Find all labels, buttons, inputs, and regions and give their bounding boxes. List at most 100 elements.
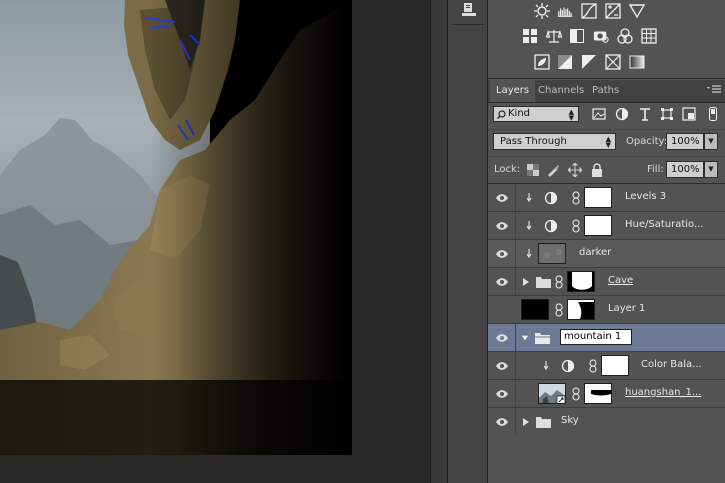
- layers-list: Levels 3 Hue/Saturatio... darker Cave La…: [488, 184, 725, 436]
- visibility-eye-icon[interactable]: [488, 380, 516, 407]
- adjustments-panel: [488, 0, 725, 79]
- visibility-eye-icon[interactable]: [488, 408, 516, 435]
- lock-image-pixels-icon[interactable]: [546, 163, 560, 177]
- visibility-eye-icon[interactable]: [488, 212, 516, 239]
- chain-link-icon[interactable]: [589, 359, 597, 373]
- layer-name-edit-field[interactable]: mountain 1: [560, 329, 632, 345]
- visibility-eye-icon[interactable]: [488, 184, 516, 211]
- layer-name[interactable]: Sky: [561, 415, 579, 426]
- folder-open-icon: [535, 333, 550, 344]
- chain-link-icon[interactable]: [555, 303, 563, 317]
- visibility-eye-off[interactable]: [488, 296, 516, 323]
- fill-input[interactable]: 100%: [666, 161, 704, 178]
- invert-icon[interactable]: [534, 54, 550, 70]
- tab-layers[interactable]: Layers: [490, 80, 536, 102]
- adjustment-layer-icon: [544, 219, 558, 233]
- visibility-eye-icon[interactable]: [488, 240, 516, 267]
- curves-icon[interactable]: [581, 3, 597, 19]
- layer-name[interactable]: huangshan_1...: [625, 387, 701, 398]
- layer-mask-thumbnail[interactable]: [584, 187, 612, 208]
- visibility-eye-icon[interactable]: [488, 324, 516, 351]
- brightness-contrast-icon[interactable]: [534, 3, 550, 19]
- tab-channels[interactable]: Channels: [532, 80, 590, 102]
- lock-transparent-pixels-icon[interactable]: [526, 163, 540, 177]
- layer-row-huangshan[interactable]: huangshan_1...: [488, 380, 725, 408]
- balance-icon[interactable]: [546, 28, 562, 44]
- properties-panel-icon[interactable]: [456, 0, 482, 20]
- visibility-eye-icon[interactable]: [488, 352, 516, 379]
- layer-mask-thumbnail[interactable]: [584, 215, 612, 236]
- document-canvas[interactable]: [0, 0, 352, 455]
- opacity-input[interactable]: 100%: [666, 133, 704, 150]
- opacity-dropdown-button[interactable]: ▼: [704, 133, 718, 150]
- vibrance-icon[interactable]: [522, 28, 538, 44]
- smart-object-thumbnail[interactable]: [538, 383, 566, 404]
- filter-kind-select[interactable]: Kind ▲ ▼: [493, 106, 579, 122]
- panel-menu-icon[interactable]: [707, 84, 721, 96]
- expand-triangle-icon[interactable]: [522, 417, 530, 427]
- dock-separator: [452, 24, 484, 25]
- layer-thumbnail[interactable]: [521, 299, 549, 320]
- blend-opacity-row: Pass Through ▲ ▼ Opacity: 100% ▼: [488, 129, 725, 154]
- blend-mode-select[interactable]: Pass Through ▲ ▼: [493, 133, 616, 150]
- black-white-icon[interactable]: [569, 28, 585, 44]
- layer-thumbnail[interactable]: [538, 243, 566, 264]
- filter-type-icon[interactable]: [638, 107, 652, 121]
- chain-link-icon[interactable]: [572, 191, 580, 205]
- visibility-eye-icon[interactable]: [488, 268, 516, 295]
- lock-label: Lock:: [494, 164, 521, 175]
- layer-row-levels-3[interactable]: Levels 3: [488, 184, 725, 212]
- panel-divider[interactable]: [430, 0, 448, 483]
- filter-smart-object-icon[interactable]: [682, 107, 696, 121]
- channel-mixer-icon[interactable]: [617, 28, 633, 44]
- blend-mode-value: Pass Through: [500, 136, 567, 147]
- filter-adjustment-icon[interactable]: [615, 107, 629, 121]
- photo-filter-icon[interactable]: [593, 28, 609, 44]
- layer-mask-thumbnail[interactable]: [601, 355, 629, 376]
- exposure-icon[interactable]: [605, 3, 621, 19]
- filter-kind-label: Kind: [508, 108, 531, 119]
- layer-row-darker[interactable]: darker: [488, 240, 725, 268]
- layer-name[interactable]: Color Bala...: [641, 359, 702, 370]
- layer-name[interactable]: Levels 3: [625, 191, 666, 202]
- layers-empty-area: [488, 434, 725, 483]
- layer-name[interactable]: Hue/Saturatio...: [625, 219, 704, 230]
- lock-position-icon[interactable]: [568, 163, 582, 177]
- chain-link-icon[interactable]: [572, 219, 580, 233]
- chain-link-icon[interactable]: [555, 275, 563, 289]
- layers-panel-tabs: Layers Channels Paths: [488, 80, 725, 103]
- expand-triangle-icon[interactable]: [522, 277, 530, 287]
- layer-row-sky[interactable]: Sky: [488, 408, 725, 436]
- gradient-triangle-icon[interactable]: [629, 3, 645, 19]
- clipping-arrow-icon: [544, 361, 549, 371]
- adjustments-row-1: [488, 3, 725, 23]
- threshold-icon[interactable]: [581, 54, 597, 70]
- layer-mask-thumbnail[interactable]: [584, 383, 612, 404]
- layer-name[interactable]: Cave: [608, 275, 633, 286]
- gradient-map-icon[interactable]: [629, 54, 645, 70]
- posterize-icon[interactable]: [557, 54, 573, 70]
- canvas-area[interactable]: [0, 0, 430, 483]
- layer-mask-thumbnail[interactable]: [567, 271, 595, 292]
- layer-name[interactable]: darker: [579, 247, 611, 258]
- collapse-triangle-icon[interactable]: [521, 333, 529, 343]
- levels-icon[interactable]: [557, 3, 573, 19]
- color-lookup-icon[interactable]: [641, 28, 657, 44]
- layer-row-cave[interactable]: Cave: [488, 268, 725, 296]
- layer-row-layer-1[interactable]: Layer 1: [488, 296, 725, 324]
- layer-row-mountain-1[interactable]: mountain 1: [488, 324, 725, 352]
- layer-mask-thumbnail[interactable]: [567, 299, 595, 320]
- filter-toggle-switch[interactable]: [706, 107, 720, 121]
- layer-row-hue-saturation[interactable]: Hue/Saturatio...: [488, 212, 725, 240]
- layer-name[interactable]: Layer 1: [608, 303, 645, 314]
- fill-dropdown-button[interactable]: ▼: [704, 161, 718, 178]
- selective-color-icon[interactable]: [605, 54, 621, 70]
- layer-row-color-balance[interactable]: Color Bala...: [488, 352, 725, 380]
- filter-pixel-icon[interactable]: [592, 107, 606, 121]
- filter-shape-icon[interactable]: [660, 107, 674, 121]
- folder-icon: [536, 417, 551, 428]
- lock-all-icon[interactable]: [590, 163, 604, 177]
- tab-paths[interactable]: Paths: [586, 80, 625, 102]
- adjustments-row-2: [488, 28, 725, 48]
- chain-link-icon[interactable]: [572, 387, 580, 401]
